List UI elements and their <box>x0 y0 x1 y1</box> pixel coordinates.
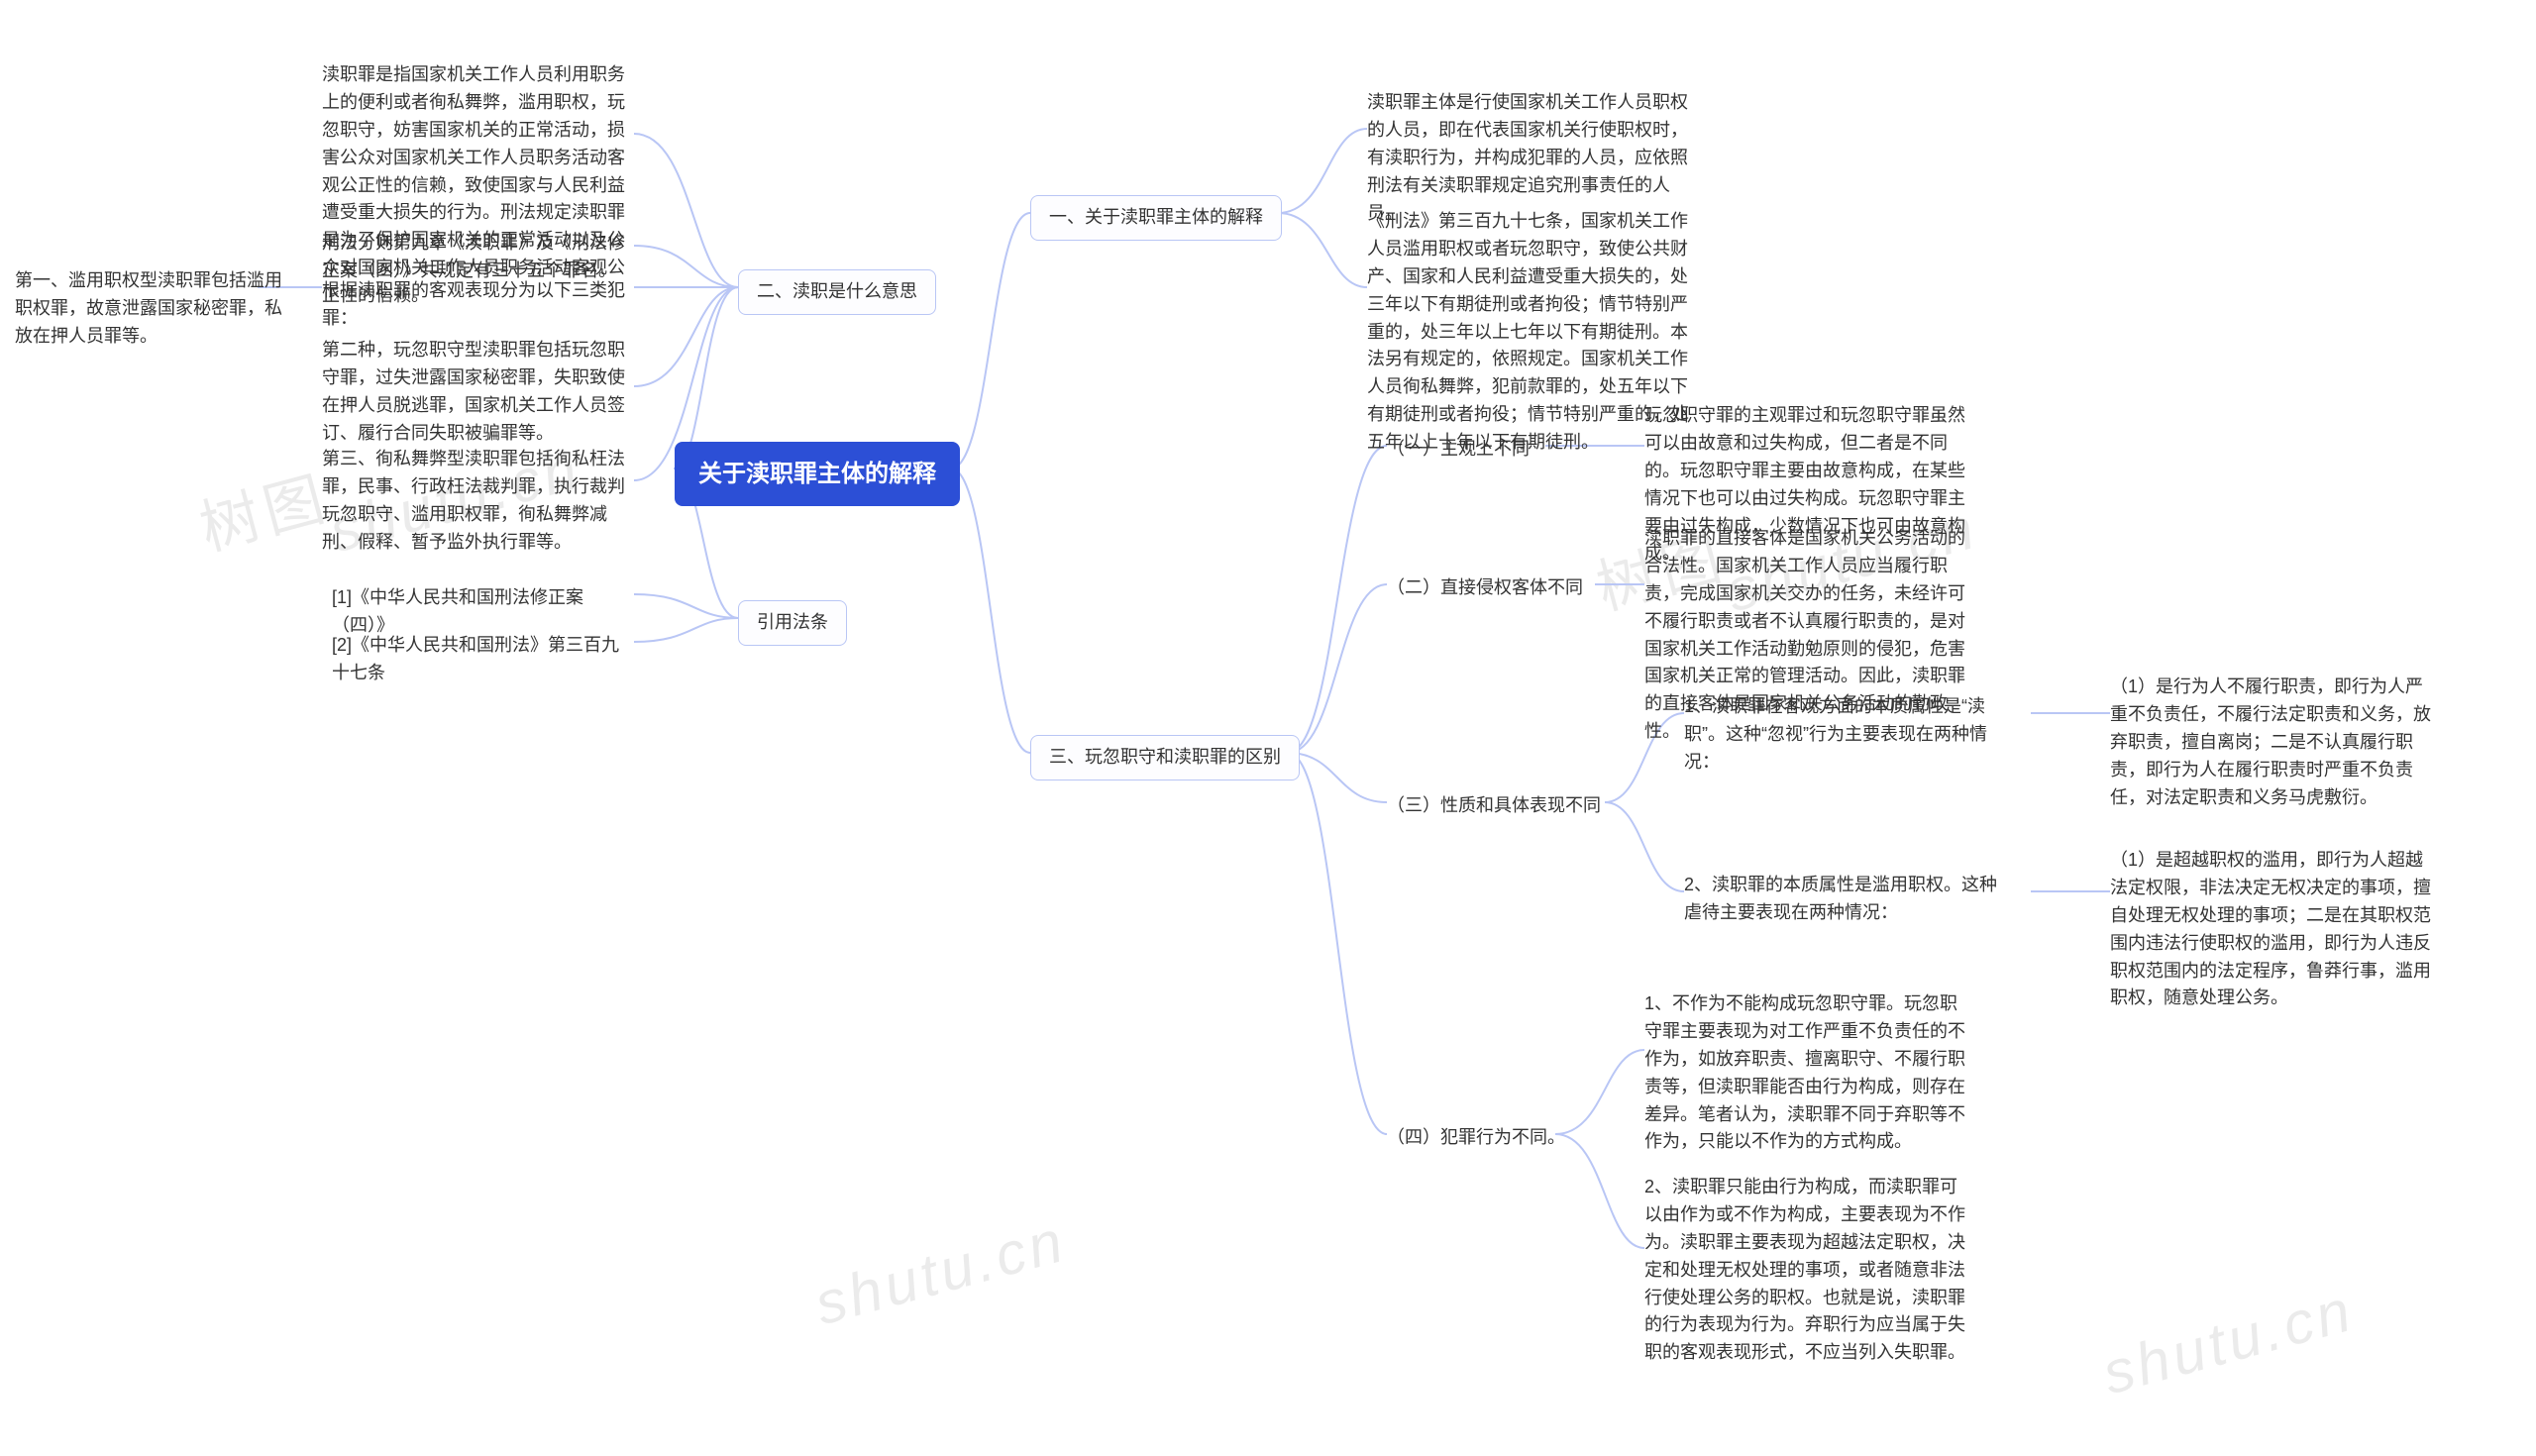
leaf-nature-1: （1）是行为人不履行职责，即行为人严重不负责任，不履行法定职责和义务，放弃职责，… <box>2110 674 2437 811</box>
watermark: 树图 <box>189 450 338 567</box>
branch-meaning[interactable]: 二、渎职是什么意思 <box>738 269 936 315</box>
leaf-meaning-3-leaf: 第一、滥用职权型渎职罪包括滥用职权罪，故意泄露国家秘密罪，私放在押人员罪等。 <box>15 267 282 351</box>
branch-references[interactable]: 引用法条 <box>738 600 847 646</box>
leaf-meaning-3: 根据渎职罪的客观表现分为以下三类犯罪： <box>322 277 629 333</box>
root-node[interactable]: 关于渎职罪主体的解释 <box>675 442 960 506</box>
leaf-behavior-2: 2、渎职罪只能由行为构成，而渎职罪可以由作为或不作为构成，主要表现为不作为。渎职… <box>1644 1174 1971 1367</box>
branch-label: 二、渎职是什么意思 <box>757 281 917 301</box>
root-label: 关于渎职罪主体的解释 <box>698 461 936 487</box>
mid-nature-1: 1、渎职罪在客观方面的本质属性是“渎职”。这种“忽视”行为主要表现在两种情况： <box>1684 693 2011 777</box>
sub-nature: （三）性质和具体表现不同 <box>1387 792 1605 820</box>
branch-subject[interactable]: 一、关于渎职罪主体的解释 <box>1030 195 1282 241</box>
mid-nature-2: 2、渎职罪的本质属性是滥用职权。这种虐待主要表现在两种情况： <box>1684 872 2011 927</box>
sub-object: （二）直接侵权客体不同 <box>1387 574 1595 602</box>
sub-subjective: （一）主观上不同 <box>1387 436 1545 464</box>
leaf-meaning-4: 第二种，玩忽职守型渎职罪包括玩忽职守罪，过失泄露国家秘密罪，失职致使在押人员脱逃… <box>322 337 629 448</box>
leaf-ref-2: [2]《中华人民共和国刑法》第三百九十七条 <box>332 632 629 687</box>
watermark: shutu.cn <box>807 1206 1073 1339</box>
watermark: shutu.cn <box>2095 1276 2361 1408</box>
branch-difference[interactable]: 三、玩忽职守和渎职罪的区别 <box>1030 735 1300 780</box>
branch-label: 一、关于渎职罪主体的解释 <box>1049 207 1263 227</box>
leaf-behavior-1: 1、不作为不能构成玩忽职守罪。玩忽职守罪主要表现为对工作严重不负责任的不作为，如… <box>1644 990 1971 1156</box>
leaf-meaning-5: 第三、徇私舞弊型渎职罪包括徇私枉法罪，民事、行政枉法裁判罪，执行裁判玩忽职守、滥… <box>322 446 629 557</box>
branch-label: 引用法条 <box>757 612 828 632</box>
branch-label: 三、玩忽职守和渎职罪的区别 <box>1049 747 1281 767</box>
leaf-subject-1: 渎职罪主体是行使国家机关工作人员职权的人员，即在代表国家机关行使职权时，有渎职行… <box>1367 89 1694 227</box>
leaf-nature-2: （1）是超越职权的滥用，即行为人超越法定权限，非法决定无权决定的事项，擅自处理无… <box>2110 847 2437 1012</box>
mindmap-canvas: 树图 shutu.cn 树图 shutu.cn shutu.cn shutu.c… <box>0 0 2536 1456</box>
sub-behavior: （四）犯罪行为不同。 <box>1387 1124 1575 1152</box>
